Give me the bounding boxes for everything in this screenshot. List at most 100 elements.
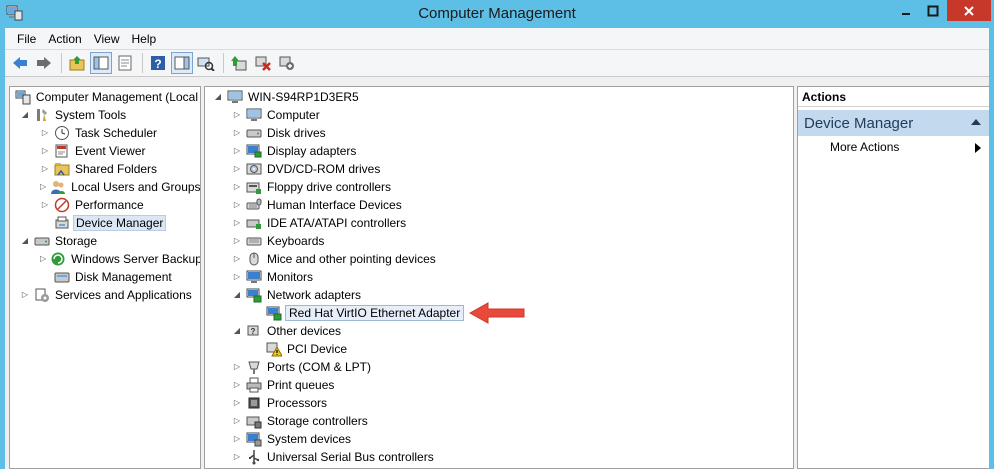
tree-item-local-users-groups[interactable]: ▷ Local Users and Groups [10,178,200,196]
tree-item-storage[interactable]: ◢ Storage [10,232,200,250]
collapse-icon[interactable]: ◢ [232,286,242,304]
expand-icon[interactable]: ▷ [232,142,242,160]
forward-button[interactable] [33,52,55,74]
device-category-storage-controllers[interactable]: ▷ Storage controllers [205,412,793,430]
tree-item-windows-server-backup[interactable]: ▷ Windows Server Backup [10,250,200,268]
device-category-label: Computer [267,108,320,122]
menu-action[interactable]: Action [42,29,87,49]
tree-item-performance[interactable]: ▷ Performance [10,196,200,214]
device-category-keyboards[interactable]: ▷ Keyboards [205,232,793,250]
expand-icon[interactable]: ▷ [40,196,50,214]
device-category-floppy-controllers[interactable]: ▷ Floppy drive controllers [205,178,793,196]
disable-device-button[interactable] [276,52,298,74]
expand-icon[interactable]: ▷ [232,160,242,178]
collapse-section-icon[interactable] [971,118,981,126]
tree-item-shared-folders[interactable]: ▷ Shared Folders [10,160,200,178]
expand-icon[interactable]: ▷ [232,448,242,466]
device-category-other-devices[interactable]: ◢ ? Other devices [205,322,793,340]
expand-icon[interactable]: ▷ [232,430,242,448]
device-category-print-queues[interactable]: ▷ Print queues [205,376,793,394]
expand-icon[interactable]: ▷ [40,124,50,142]
device-category-hid[interactable]: ▷ Human Interface Devices [205,196,793,214]
device-category-mice[interactable]: ▷ Mice and other pointing devices [205,250,793,268]
properties-button[interactable] [114,52,136,74]
warning-device-icon [266,342,282,357]
expand-icon[interactable]: ▷ [40,178,46,196]
collapse-icon[interactable]: ◢ [232,322,242,340]
expand-icon[interactable]: ▷ [232,196,242,214]
tree-item-disk-management[interactable]: Disk Management [10,268,200,286]
tree-item-label: Disk Management [75,270,172,284]
device-category-disk-drives[interactable]: ▷ Disk drives [205,124,793,142]
tree-item-event-viewer[interactable]: ▷ Event Viewer [10,142,200,160]
expand-icon[interactable]: ▷ [232,394,242,412]
tree-item-label: Storage [55,234,98,248]
up-folder-icon [69,56,85,71]
device-category-usb-controllers[interactable]: ▷ Universal Serial Bus controllers [205,448,793,466]
performance-icon [54,197,70,213]
tree-item-services-applications[interactable]: ▷ Services and Applications [10,286,200,304]
device-category-dvd-cdrom[interactable]: ▷ DVD/CD-ROM drives [205,160,793,178]
expand-icon[interactable]: ▷ [232,214,242,232]
more-actions-label: More Actions [830,140,900,154]
menu-help[interactable]: Help [126,29,163,49]
usb-icon [249,450,260,465]
expand-icon[interactable]: ▷ [40,142,50,160]
port-icon [248,361,260,374]
maximize-button[interactable] [920,0,946,21]
expand-icon[interactable]: ▷ [232,412,242,430]
scan-hardware-button[interactable] [195,52,217,74]
show-hide-action-pane-button[interactable] [171,52,193,74]
back-button[interactable] [9,52,31,74]
expand-icon[interactable]: ▷ [232,358,242,376]
expand-icon[interactable]: ▷ [232,250,242,268]
device-category-computer[interactable]: ▷ Computer [205,106,793,124]
expand-icon[interactable]: ▷ [232,232,242,250]
device-category-system-devices[interactable]: ▷ System devices [205,430,793,448]
show-hide-console-tree-button[interactable] [90,52,112,74]
device-category-monitors[interactable]: ▷ Monitors [205,268,793,286]
expand-icon[interactable]: ▷ [232,124,242,142]
collapse-icon[interactable]: ◢ [213,88,223,106]
expand-icon[interactable]: ▷ [232,268,242,286]
device-category-label: DVD/CD-ROM drives [267,162,381,176]
device-category-label: Universal Serial Bus controllers [267,450,434,464]
menu-view[interactable]: View [88,29,126,49]
device-red-hat-virtio-adapter[interactable]: Red Hat VirtIO Ethernet Adapter [205,302,793,324]
update-driver-button[interactable] [228,52,250,74]
collapse-icon[interactable]: ◢ [20,232,30,250]
tree-item-device-manager[interactable]: Device Manager [10,214,200,232]
tree-item-computer-management[interactable]: Computer Management (Local [10,88,200,106]
uninstall-device-button[interactable] [252,52,274,74]
collapse-icon[interactable]: ◢ [20,106,30,124]
device-category-processors[interactable]: ▷ Processors [205,394,793,412]
tree-item-label: Services and Applications [55,288,192,302]
show-hide-action-pane-icon [174,56,190,70]
device-category-ports[interactable]: ▷ Ports (COM & LPT) [205,358,793,376]
minimize-button[interactable] [893,0,919,21]
toolbar-separator [223,53,224,73]
toolbar-separator [142,53,143,73]
expand-icon[interactable]: ▷ [232,106,242,124]
device-tree-root[interactable]: ◢ WIN-S94RP1D3ER5 [205,88,793,106]
close-button[interactable] [947,0,991,21]
disk-drive-icon [246,129,262,138]
more-actions-item[interactable]: More Actions [798,136,989,158]
actions-section-device-manager[interactable]: Device Manager [798,110,989,136]
network-adapter-icon [246,288,262,303]
device-category-display-adapters[interactable]: ▷ Display adapters [205,142,793,160]
menu-file[interactable]: File [11,29,42,49]
tree-item-system-tools[interactable]: ◢ System Tools [10,106,200,124]
up-one-level-button[interactable] [66,52,88,74]
expand-icon[interactable]: ▷ [232,376,242,394]
monitor-icon [246,270,262,283]
device-manager-icon [55,216,69,229]
device-category-ide-ata[interactable]: ▷ IDE ATA/ATAPI controllers [205,214,793,232]
expand-icon[interactable]: ▷ [40,160,50,178]
expand-icon[interactable]: ▷ [40,250,46,268]
expand-icon[interactable]: ▷ [20,286,30,304]
tree-item-task-scheduler[interactable]: ▷ Task Scheduler [10,124,200,142]
device-pci-device[interactable]: PCI Device [205,340,793,358]
help-button[interactable]: ? [147,52,169,74]
expand-icon[interactable]: ▷ [232,178,242,196]
